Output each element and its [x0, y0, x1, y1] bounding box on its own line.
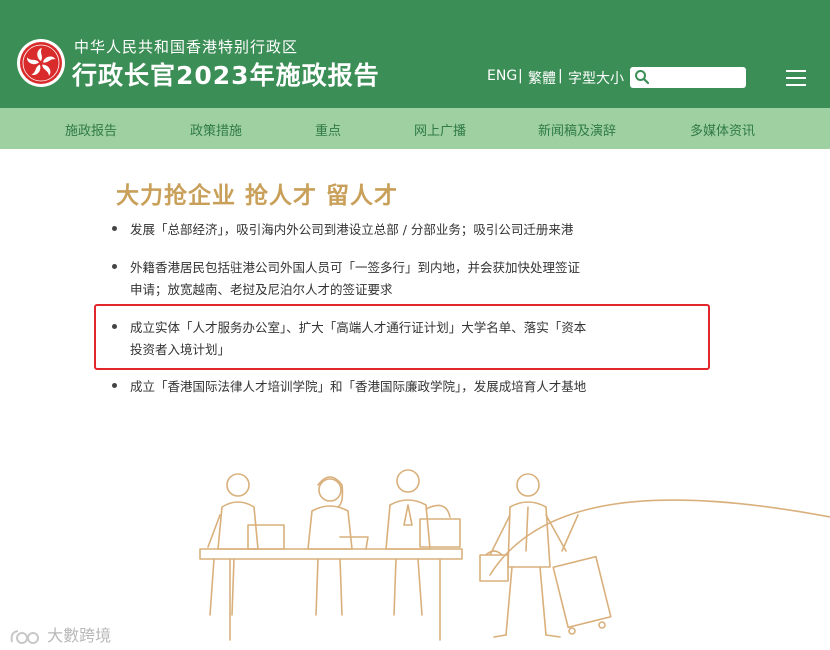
list-item: 外籍香港居民包括驻港公司外国人员可「一签多行」到内地，并会获加快处理签证申请；放…: [112, 257, 592, 303]
list-item: 成立「香港国际法律人才培训学院」和「香港国际廉政学院」，发展成培育人才基地: [112, 376, 592, 400]
font-size-link[interactable]: 字型大小: [568, 68, 624, 88]
list-item-text: 成立「香港国际法律人才培训学院」和「香港国际廉政学院」，发展成培育人才基地: [130, 379, 587, 394]
util-separator: |: [558, 68, 563, 84]
nav-item-multimedia[interactable]: 多媒体资讯: [690, 120, 755, 139]
search-box[interactable]: [630, 67, 746, 88]
nav-item-press-releases[interactable]: 新闻稿及演辞: [538, 120, 616, 139]
list-item: 成立实体「人才服务办公室」、扩大「高端人才通行证计划」大学名单、落实「资本投资者…: [112, 317, 592, 363]
list-item-text: 成立实体「人才服务办公室」、扩大「高端人才通行证计划」大学名单、落实「资本投资者…: [130, 320, 587, 357]
search-icon[interactable]: [634, 69, 650, 85]
menu-icon-bar: [786, 77, 806, 79]
nav-item-policy-measures[interactable]: 政策措施: [190, 120, 242, 139]
main-nav: 施政报告 政策措施 重点 网上广播 新闻稿及演辞 多媒体资讯: [0, 108, 830, 149]
site-header: 中华人民共和国香港特别行政区 行政长官2023年施政报告 ENG | 繁體 | …: [0, 0, 830, 108]
talent-illustration: [199, 469, 830, 641]
bullet-icon: [112, 264, 117, 269]
bullet-icon: [112, 383, 117, 388]
site-subtitle: 中华人民共和国香港特别行政区: [74, 38, 299, 56]
list-item-text: 发展「总部经济」，吸引海内外公司到港设立总部 / 分部业务；吸引公司迁册来港: [130, 222, 574, 237]
watermark-text: 大數跨境: [47, 626, 112, 645]
lang-traditional-link[interactable]: 繁體: [528, 68, 556, 88]
menu-icon[interactable]: [786, 70, 806, 86]
bullet-icon: [112, 324, 117, 329]
nav-item-webcast[interactable]: 网上广播: [414, 120, 466, 139]
lang-eng-link[interactable]: ENG: [487, 68, 517, 84]
nav-item-highlights[interactable]: 重点: [315, 120, 341, 139]
search-input[interactable]: [652, 69, 742, 86]
page-heading: 大力抢企业 抢人才 留人才: [116, 183, 399, 209]
watermark-logo-icon: [10, 629, 39, 644]
site-title[interactable]: 行政长官2023年施政报告: [72, 56, 380, 92]
bullet-icon: [112, 226, 117, 231]
watermark: 大數跨境: [8, 622, 111, 646]
bauhinia-logo-icon[interactable]: [16, 38, 66, 88]
util-separator: |: [518, 68, 523, 84]
nav-item-policy-address[interactable]: 施政报告: [65, 120, 117, 139]
menu-icon-bar: [786, 84, 806, 86]
list-item-text: 外籍香港居民包括驻港公司外国人员可「一签多行」到内地，并会获加快处理签证申请；放…: [130, 260, 581, 297]
menu-icon-bar: [786, 70, 806, 72]
list-item: 发展「总部经济」，吸引海内外公司到港设立总部 / 分部业务；吸引公司迁册来港: [112, 219, 592, 243]
